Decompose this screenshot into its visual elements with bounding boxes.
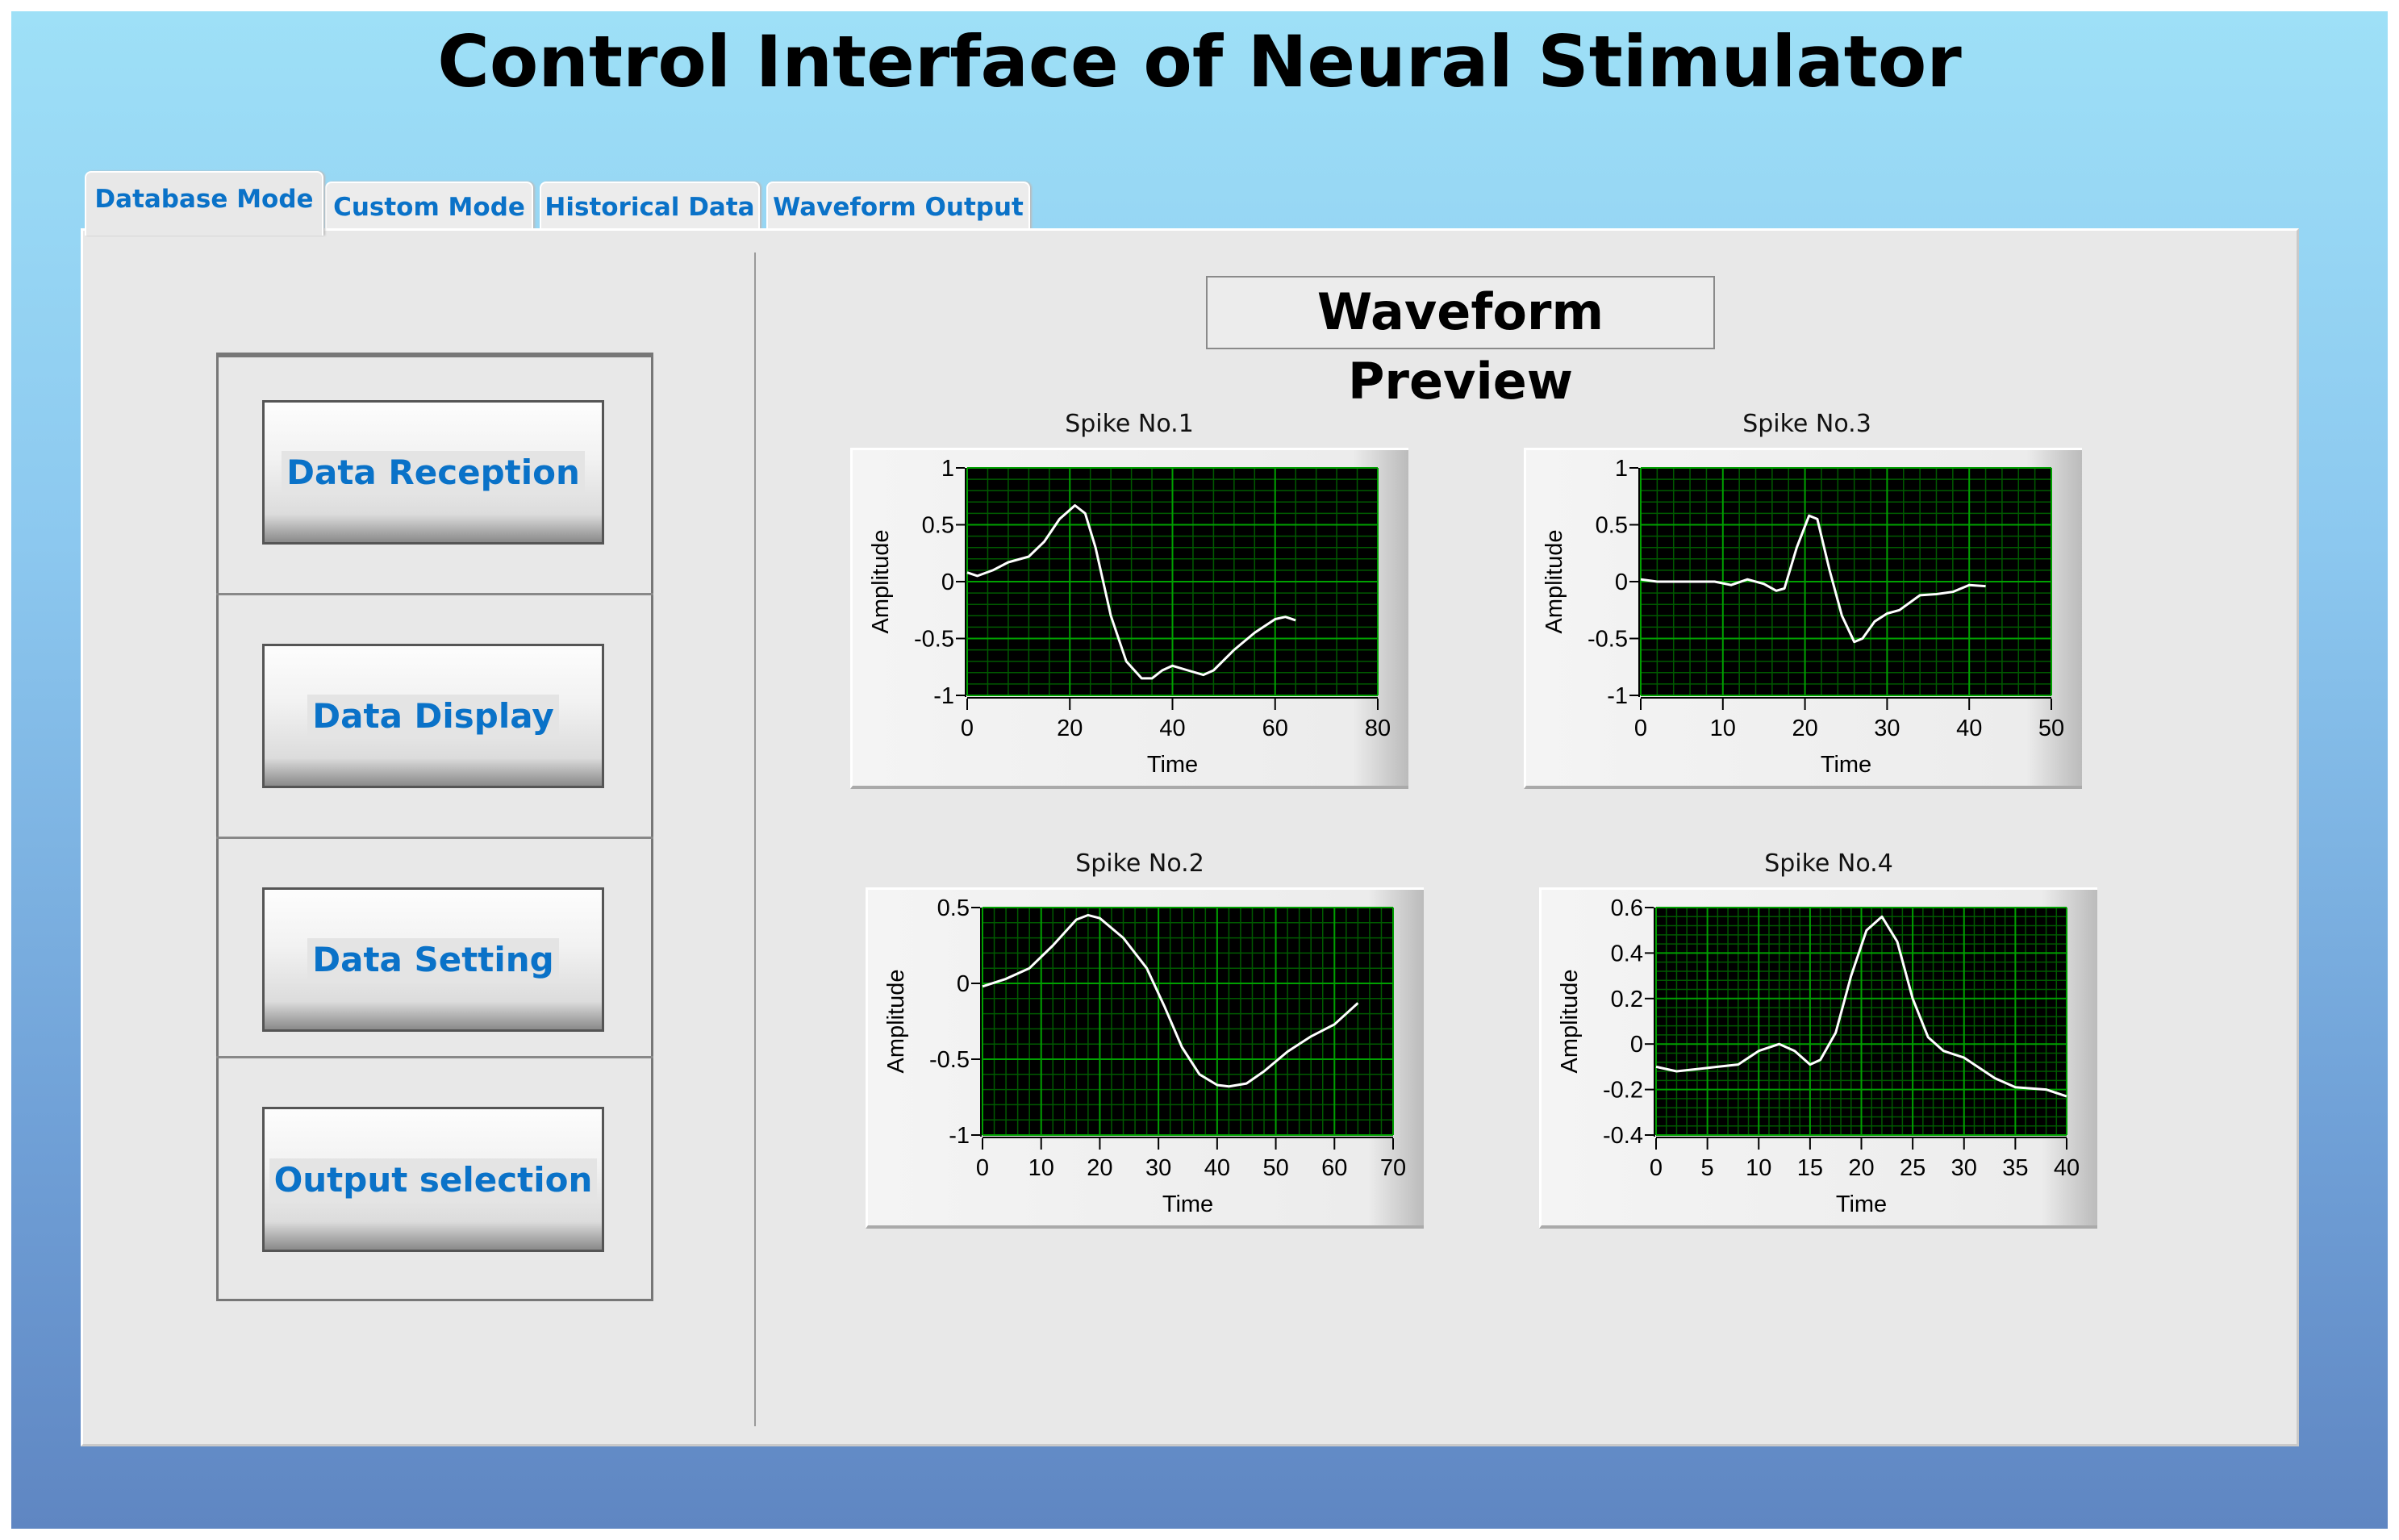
y-tick-label: -1 [933,683,954,709]
app-title: Control Interface of Neural Stimulator [437,20,1962,103]
chart-svg: 0 5 10 15 20 25 30 35 40 -0.4 -0.2 0 0.2 0.4 0.6 Time Am… [1557,895,2080,1217]
tab-custom-mode[interactable]: Custom Mode [325,182,533,230]
x-tick-label: 60 [1262,716,1288,741]
x-tick-label: 20 [1087,1155,1112,1181]
x-tick-label: 0 [961,716,974,741]
y-axis-label: Amplitude [883,970,909,1074]
waveform-graph-spike-4: 0 5 10 15 20 25 30 35 40 -0.4 -0.2 0 0.2 0.4 0.6 Time Am… [1539,887,2097,1229]
x-tick-label: 70 [1380,1155,1406,1181]
y-tick-label: 0.6 [1611,895,1643,921]
y-tick-label: -0.5 [929,1047,970,1073]
data-setting-button[interactable]: Data Setting [262,887,604,1032]
button-label: Data Display [307,695,559,737]
x-tick-label: 20 [1057,716,1083,741]
chart-svg: 0 10 20 30 40 50 -1 -0.5 0 0.5 1 Time Amplitude [1542,456,2064,778]
x-tick-label: 10 [1746,1155,1771,1181]
y-tick-label: 0 [1615,570,1628,595]
y-tick-label: 0.5 [1596,513,1628,539]
y-tick-label: 0 [1630,1032,1643,1058]
x-tick-label: 40 [2054,1155,2080,1181]
y-tick-label: 0.5 [937,895,970,921]
y-tick-label: 0 [957,971,970,997]
x-axis-label: Time [1836,1192,1887,1217]
x-tick-label: 10 [1710,716,1736,741]
x-tick-label: 0 [976,1155,989,1181]
x-tick-label: 40 [1159,716,1185,741]
x-tick-label: 15 [1797,1155,1823,1181]
y-tick-label: 0.5 [922,513,954,539]
group-separator [216,1056,653,1058]
y-tick-label: -0.5 [914,627,954,653]
chart-svg: 0 10 20 30 40 50 60 70 -1 -0.5 0 0.5 Time Amplitude [883,895,1406,1217]
y-tick-label: 0.4 [1611,941,1643,966]
x-tick-label: 40 [1204,1155,1230,1181]
y-axis-label: Amplitude [1557,970,1583,1074]
y-tick-label: 0.2 [1611,987,1643,1012]
y-tick-label: 1 [1615,456,1628,482]
x-tick-label: 5 [1701,1155,1714,1181]
x-tick-label: 20 [1848,1155,1874,1181]
tab-database-mode[interactable]: Database Mode [85,171,323,236]
y-tick-label: -0.2 [1603,1078,1643,1104]
panel-divider [754,252,756,1426]
plot-area [983,908,1393,1135]
y-tick-label: -0.4 [1603,1123,1643,1149]
data-reception-button[interactable]: Data Reception [262,400,604,545]
waveform-graph-spike-1: 0 20 40 60 80 -1 -0.5 0 0.5 1 Time Amplitude [850,448,1408,789]
x-tick-label: 10 [1028,1155,1054,1181]
x-tick-label: 40 [1956,716,1982,741]
waveform-graph-spike-2: 0 10 20 30 40 50 60 70 -1 -0.5 0 0.5 Time Amplitude [866,887,1424,1229]
x-tick-label: 60 [1321,1155,1347,1181]
group-separator [216,837,653,839]
tab-waveform-output[interactable]: Waveform Output [766,182,1030,230]
x-tick-label: 20 [1792,716,1817,741]
y-tick-label: 0 [941,570,954,595]
button-label: Output selection [269,1158,598,1201]
y-tick-label: -0.5 [1588,627,1628,653]
x-axis-label: Time [1147,752,1198,778]
chart-svg: 0 20 40 60 80 -1 -0.5 0 0.5 1 Time Amplitude [868,456,1391,778]
y-tick-label: -1 [1607,683,1628,709]
tab-historical-data[interactable]: Historical Data [540,182,760,230]
x-tick-label: 30 [1145,1155,1171,1181]
chart-title-spike-3: Spike No.3 [1742,410,1871,438]
y-tick-label: -1 [949,1123,970,1149]
y-axis-label: Amplitude [868,530,894,634]
x-tick-label: 35 [2002,1155,2028,1181]
x-tick-label: 30 [1874,716,1900,741]
waveform-preview-title: Waveform Preview [1206,276,1715,411]
x-tick-label: 30 [1951,1155,1977,1181]
x-axis-label: Time [1821,752,1871,778]
x-tick-label: 80 [1365,716,1391,741]
button-label: Data Setting [307,938,559,981]
waveform-graph-spike-3: 0 10 20 30 40 50 -1 -0.5 0 0.5 1 Time Amplitude [1524,448,2082,789]
x-tick-label: 0 [1634,716,1647,741]
x-tick-label: 0 [1650,1155,1663,1181]
chart-title-spike-2: Spike No.2 [1075,849,1204,878]
y-tick-label: 1 [941,456,954,482]
x-tick-label: 25 [1900,1155,1925,1181]
x-axis-label: Time [1162,1192,1213,1217]
x-tick-label: 50 [2038,716,2064,741]
group-separator [216,593,653,595]
chart-title-spike-4: Spike No.4 [1764,849,1893,878]
y-axis-label: Amplitude [1542,530,1567,634]
button-label: Data Reception [282,451,585,494]
data-display-button[interactable]: Data Display [262,644,604,788]
chart-title-spike-1: Spike No.1 [1065,410,1194,438]
x-tick-label: 50 [1262,1155,1288,1181]
output-selection-button[interactable]: Output selection [262,1107,604,1252]
